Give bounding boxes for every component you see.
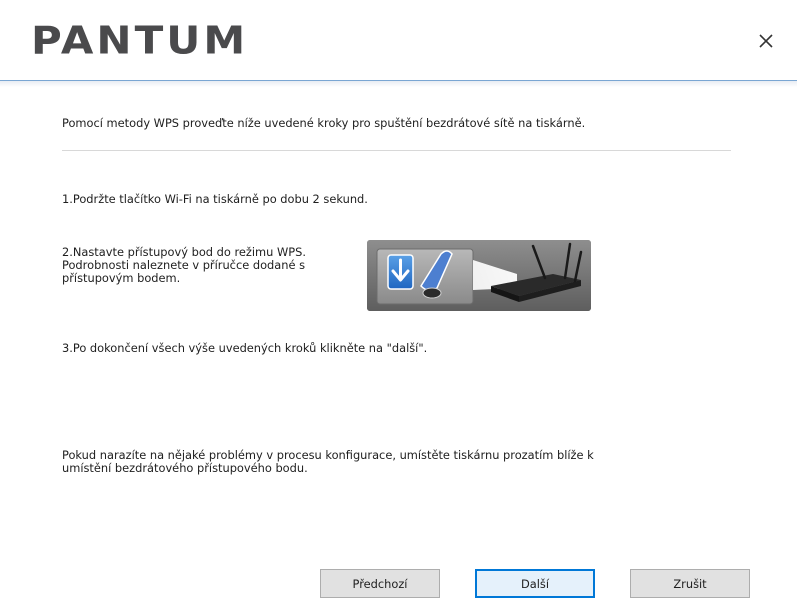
intro-text: Pomocí metody WPS proveďte níže uvedené … xyxy=(62,116,586,130)
previous-button[interactable]: Předchozí xyxy=(320,569,440,598)
wps-router-image xyxy=(367,240,591,311)
wps-illustration xyxy=(367,240,591,311)
next-button[interactable]: Další xyxy=(475,569,595,598)
header-shadow xyxy=(0,81,797,87)
close-icon xyxy=(759,34,773,48)
pantum-logo: PANTUM xyxy=(31,17,249,63)
close-button[interactable] xyxy=(753,28,779,54)
cancel-button[interactable]: Zrušit xyxy=(630,569,750,598)
dialog-header: PANTUM xyxy=(0,0,797,81)
step-1-text: 1.Podržte tlačítko Wi-Fi na tiskárně po … xyxy=(62,192,368,206)
step-2-text: 2.Nastavte přístupový bod do režimu WPS.… xyxy=(62,245,306,285)
step-3-text: 3.Po dokončení všech výše uvedených krok… xyxy=(62,341,428,355)
divider xyxy=(62,150,731,151)
troubleshoot-note: Pokud narazíte na nějaké problémy v proc… xyxy=(62,448,594,475)
wps-setup-dialog: PANTUM Pomocí metody WPS proveďte níže u… xyxy=(0,0,797,607)
